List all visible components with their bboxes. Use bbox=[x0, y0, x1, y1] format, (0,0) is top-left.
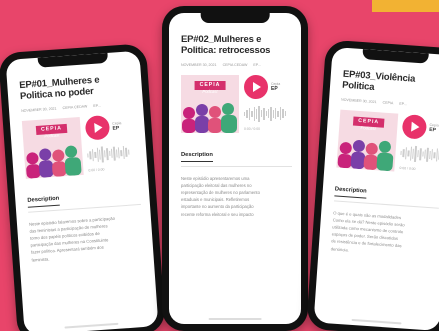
meta-date: NOVEMBER 30, 2021 bbox=[340, 97, 377, 104]
meta-category[interactable]: EP... bbox=[399, 102, 407, 107]
episode-label: EP bbox=[112, 125, 120, 132]
phone-mockup-3: EP#03_Violência Politica NOVEMBER 30, 20… bbox=[306, 39, 439, 331]
home-indicator bbox=[64, 322, 119, 329]
meta-category[interactable]: EP... bbox=[93, 103, 101, 108]
description-line: Neste episódio apresentaremos uma bbox=[181, 175, 250, 181]
waveform-bar bbox=[251, 110, 253, 117]
playback-time: 0:00 / 0:00 bbox=[399, 165, 416, 171]
episode-title[interactable]: EP#03_Violência Politica bbox=[342, 69, 439, 99]
meta-author[interactable]: CEPIA CEDAW bbox=[223, 63, 248, 67]
accent-bar bbox=[372, 0, 439, 12]
audio-waveform[interactable] bbox=[244, 105, 287, 123]
tab-bar: Description bbox=[181, 143, 292, 167]
play-icon bbox=[411, 121, 420, 133]
episode-title[interactable]: EP#02_Mulheres e Politica: retrocessos bbox=[181, 34, 292, 57]
cover-subtitle: Podcast bbox=[44, 132, 60, 139]
episode-label: EP bbox=[271, 85, 278, 92]
home-indicator bbox=[208, 318, 262, 320]
home-indicator bbox=[351, 318, 402, 325]
description-line: representação de mulheres no parlamento bbox=[181, 190, 260, 196]
meta-category[interactable]: EP... bbox=[253, 63, 260, 67]
play-icon bbox=[253, 81, 261, 92]
meta-author[interactable]: CEPIA CEDAW bbox=[62, 104, 87, 110]
meta-date: NOVEMBER 30, 2021 bbox=[181, 62, 217, 67]
description-line: recente reforma eleitoral e seu impacto bbox=[181, 211, 254, 217]
playback-time: 0:00 / 0:00 bbox=[88, 167, 105, 173]
play-button[interactable] bbox=[244, 74, 268, 99]
waveform-bar bbox=[244, 111, 246, 116]
silhouettes-illustration bbox=[26, 145, 82, 179]
description-text: Neste episódio falaremos sobre a partici… bbox=[29, 213, 145, 264]
cover-subtitle: Podcast bbox=[360, 124, 376, 131]
episode-meta: NOVEMBER 30, 2021 CEPIA CEDAW EP... bbox=[181, 63, 292, 67]
audio-player: CEPIA Podcast Cepia EP 0:00 / 0:00 bbox=[21, 113, 139, 179]
play-button[interactable] bbox=[401, 113, 428, 140]
waveform-bar bbox=[255, 108, 258, 119]
waveform-bar bbox=[87, 153, 89, 158]
audio-waveform[interactable] bbox=[87, 143, 130, 164]
episode-label: EP bbox=[429, 126, 437, 134]
meta-date: NOVEMBER 30, 2021 bbox=[20, 106, 57, 113]
waveform-bar bbox=[246, 109, 248, 118]
description-line: participação eleitoral das mulheres no bbox=[181, 182, 252, 188]
waveform-bar bbox=[272, 109, 275, 118]
waveform-bar bbox=[248, 107, 251, 120]
waveform-bar bbox=[127, 149, 130, 156]
phone-screen: EP#03_Violência Politica NOVEMBER 30, 20… bbox=[313, 46, 439, 331]
waveform-bar bbox=[275, 108, 277, 120]
waveform-bar bbox=[279, 107, 282, 121]
description-line: estaduais e municipais. Refletiremos bbox=[181, 197, 250, 203]
episode-meta: NOVEMBER 30, 2021 CEPIA CEDAW EP... bbox=[21, 101, 134, 113]
phone-mockup-1: EP#01_Mulheres e Politica no poder NOVEM… bbox=[0, 43, 166, 331]
tab-bar: Description bbox=[334, 177, 439, 209]
phone-screen: EP#01_Mulheres e Politica no poder NOVEM… bbox=[5, 50, 159, 331]
description-line: importante no aumento da participação bbox=[181, 204, 254, 210]
play-button[interactable] bbox=[84, 114, 111, 141]
waveform-bar bbox=[284, 111, 287, 117]
waveform-bar bbox=[267, 109, 270, 119]
podcast-cover-art: CEPIA Podcast bbox=[336, 109, 399, 172]
waveform-bar bbox=[265, 111, 267, 117]
phone-mockup-2: EP#02_Mulheres e Politica: retrocessos N… bbox=[162, 6, 308, 331]
episode-title[interactable]: EP#01_Mulheres e Politica no poder bbox=[19, 73, 133, 103]
phone-screen: EP#02_Mulheres e Politica: retrocessos N… bbox=[169, 13, 301, 324]
podcast-cover-art: CEPIA Podcast bbox=[21, 116, 84, 179]
waveform-bar bbox=[263, 107, 265, 120]
waveform-bar bbox=[258, 105, 260, 122]
description-text: O que é e quais são as modalidades Como e… bbox=[330, 209, 438, 259]
waveform-bar bbox=[270, 106, 272, 121]
playback-time: 0:00 / 0:00 bbox=[244, 126, 261, 131]
cover-subtitle: Podcast bbox=[202, 88, 218, 94]
audio-player: CEPIA Podcast Cepia EP 0:00 / 0:00 bbox=[181, 74, 292, 133]
description-text: Neste episódio apresentaremos uma partici… bbox=[181, 175, 292, 218]
tab-description[interactable]: Description bbox=[334, 186, 367, 199]
audio-player: CEPIA Podcast Cepia EP 0:00 / 0:00 bbox=[336, 109, 439, 174]
episode-meta: NOVEMBER 30, 2021 CEPIA EP... bbox=[341, 98, 439, 109]
waveform-bar bbox=[253, 106, 255, 121]
podcast-cover-art: CEPIA Podcast bbox=[181, 74, 239, 133]
silhouettes-illustration bbox=[182, 102, 237, 133]
tab-bar: Description bbox=[26, 180, 141, 213]
audio-waveform[interactable] bbox=[400, 144, 439, 165]
play-icon bbox=[94, 122, 103, 133]
waveform-bar bbox=[282, 109, 284, 119]
waveform-bar bbox=[277, 110, 279, 117]
waveform-bar bbox=[260, 110, 263, 118]
tab-description[interactable]: Description bbox=[27, 195, 60, 208]
silhouettes-illustration bbox=[337, 139, 394, 171]
tab-description[interactable]: Description bbox=[181, 152, 213, 162]
phone-notch bbox=[200, 13, 270, 23]
meta-author[interactable]: CEPIA bbox=[382, 100, 393, 105]
